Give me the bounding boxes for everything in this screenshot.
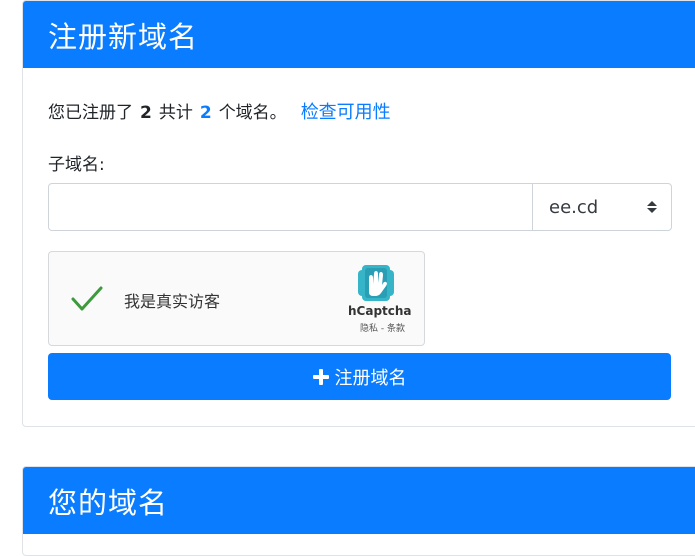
total-count: 2 (199, 103, 212, 123)
hcaptcha-brand: hCaptcha (348, 304, 412, 318)
hcaptcha-hand-icon (355, 262, 397, 308)
hcaptcha-privacy-terms[interactable]: 隐私 - 条款 (360, 321, 405, 334)
checkmark-icon[interactable] (70, 284, 104, 318)
my-domains-title: 您的域名 (48, 485, 169, 520)
register-domain-header: 注册新域名 (23, 1, 695, 68)
register-domain-title: 注册新域名 (48, 19, 199, 54)
hcaptcha-widget: 我是真实访客 hCaptcha 隐私 - 条款 (48, 251, 425, 346)
register-domain-button[interactable]: 注册域名 (48, 353, 671, 400)
domain-suffix-value: ee.cd (549, 196, 599, 218)
subdomain-input-group: ee.cd (48, 183, 672, 231)
captcha-label: 我是真实访客 (124, 292, 221, 311)
registered-count: 2 (140, 103, 152, 123)
my-domains-card: 您的域名 (22, 466, 695, 556)
subdomain-input[interactable] (48, 183, 533, 231)
registration-summary: 您已注册了 2 共计 2 个域名。 检查可用性 (48, 98, 391, 124)
summary-suffix: 个域名。 (218, 103, 287, 123)
my-domains-header: 您的域名 (23, 467, 695, 534)
summary-middle: 共计 (158, 103, 193, 123)
subdomain-label: 子域名: (48, 155, 105, 175)
summary-prefix: 您已注册了 (48, 103, 133, 123)
register-domain-card: 注册新域名 您已注册了 2 共计 2 个域名。 检查可用性 子域名: ee.cd (22, 0, 695, 427)
domain-suffix-select[interactable]: ee.cd (532, 183, 672, 231)
plus-icon (312, 368, 329, 385)
select-arrows-icon (647, 201, 657, 213)
check-availability-link[interactable]: 检查可用性 (301, 98, 391, 124)
register-button-label: 注册域名 (334, 367, 407, 388)
